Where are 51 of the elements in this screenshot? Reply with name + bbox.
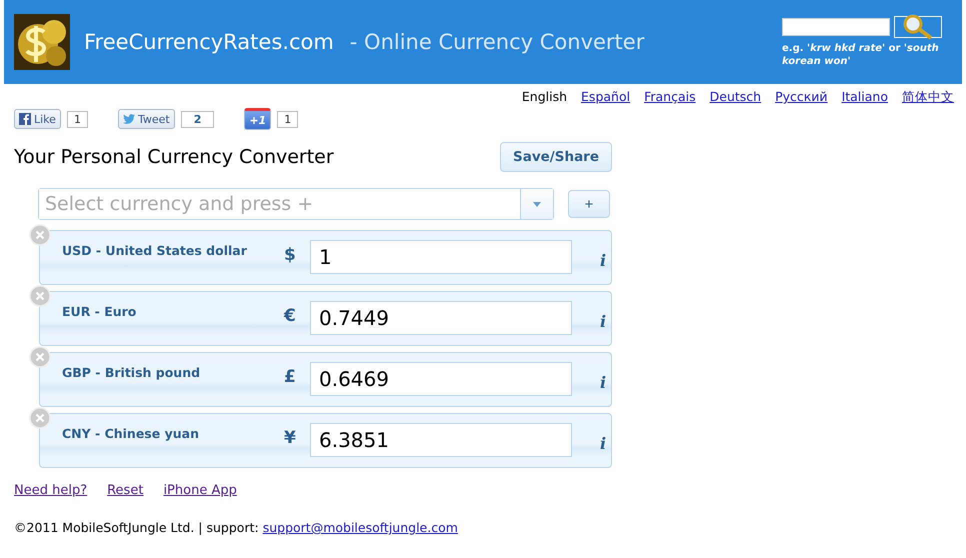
site-tagline: - Online Currency Converter	[350, 30, 644, 54]
bird-icon	[122, 114, 135, 124]
share-button[interactable]: Like	[14, 109, 61, 129]
save-share-button[interactable]: Save/Share	[500, 142, 612, 172]
footer-link[interactable]: Reset	[107, 483, 144, 498]
remove-icon[interactable]	[29, 285, 51, 307]
info-link[interactable]: i	[600, 251, 606, 270]
share-button[interactable]: +1	[244, 108, 272, 130]
language-link[interactable]: Español	[581, 89, 630, 106]
site-title[interactable]: FreeCurrencyRates.com	[84, 30, 334, 54]
share-count: 2	[180, 110, 214, 128]
amount-field[interactable]: 6.3851	[310, 423, 572, 457]
page-heading: Your Personal Currency Converter	[14, 146, 334, 168]
language-link[interactable]: English	[522, 89, 568, 106]
share-button[interactable]: Tweet	[118, 109, 175, 129]
language-link[interactable]: Deutsch	[710, 89, 762, 106]
currency-name: USD - United States dollar	[61, 242, 248, 258]
amount-field[interactable]: 0.7449	[310, 301, 572, 335]
amount-field[interactable]: 0.6469	[310, 362, 572, 396]
language-link[interactable]: 简体中文	[902, 89, 954, 106]
info-link[interactable]: i	[600, 373, 606, 392]
amount-field[interactable]: 1	[310, 240, 572, 274]
currency-name: EUR - Euro	[61, 303, 138, 319]
caret-icon	[533, 202, 541, 206]
currency-symbol: €	[284, 306, 297, 326]
search-field[interactable]	[782, 18, 890, 36]
dollar-coins-logo	[14, 14, 70, 70]
footer-link[interactable]: iPhone App	[163, 483, 237, 498]
currency-name: GBP - British pound	[61, 364, 202, 380]
info-link[interactable]: i	[600, 312, 606, 331]
share-count: 1	[277, 110, 298, 128]
footer-link[interactable]: Need help?	[14, 483, 88, 498]
currency-symbol: $	[284, 245, 297, 265]
remove-icon[interactable]	[29, 346, 51, 368]
currency-select[interactable]: Select currency and press +	[38, 188, 554, 220]
language-link[interactable]: Italiano	[842, 89, 888, 106]
remove-icon[interactable]	[29, 407, 51, 429]
language-link[interactable]: Français	[644, 89, 696, 106]
currency-name: CNY - Chinese yuan	[61, 425, 200, 441]
share-count: 1	[66, 110, 88, 128]
add-button[interactable]: +	[568, 190, 610, 218]
facebook-icon	[19, 113, 31, 125]
remove-icon[interactable]	[29, 224, 51, 246]
support-email-link[interactable]: support@mobilesoftjungle.com	[262, 520, 458, 535]
info-link[interactable]: i	[600, 434, 606, 453]
language-link[interactable]: Русский	[775, 89, 828, 106]
search-hint: e.g. 'krw hkd rate' or 'south korean won'	[782, 42, 940, 68]
currency-symbol: £	[284, 367, 297, 387]
currency-symbol: ¥	[284, 428, 297, 448]
copyright-text: ©2011 MobileSoftJungle Ltd. | support:	[14, 520, 259, 535]
search-button[interactable]	[894, 16, 942, 38]
